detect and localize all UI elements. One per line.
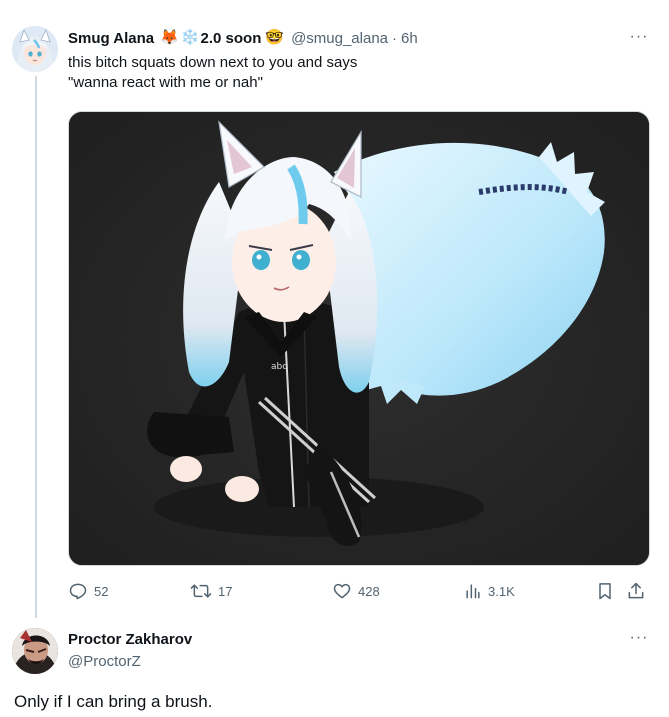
svg-text:abc: abc <box>271 362 287 372</box>
retweet-button[interactable]: 17 <box>190 580 232 602</box>
name-suffix: 2.0 soon <box>200 29 262 47</box>
heart-icon <box>333 583 351 599</box>
tweet-text-line: this bitch squats down next to you and s… <box>68 54 358 71</box>
more-options-icon[interactable]: ··· <box>627 28 651 46</box>
reply-count: 52 <box>94 583 109 599</box>
tweet-header: Smug Alana 🦊 ❄️ 2.0 soon 🤓 @smug_alana ·… <box>68 28 418 48</box>
fox-emoji-icon: 🦊 <box>160 29 179 46</box>
tweet-image[interactable]: abc <box>68 111 650 566</box>
views-button[interactable]: 3.1K <box>464 580 515 602</box>
view-count: 3.1K <box>488 583 515 599</box>
share-button[interactable] <box>626 580 652 602</box>
bookmark-icon <box>599 583 611 600</box>
fox-girl-illustration: abc <box>69 112 649 565</box>
timestamp[interactable]: 6h <box>401 30 418 47</box>
tweet-text-line: "wanna react with me or nah" <box>68 74 263 91</box>
author-handle[interactable]: @smug_alana <box>291 30 388 47</box>
author-avatar[interactable] <box>12 26 58 72</box>
share-icon <box>628 582 644 599</box>
bookmark-button[interactable] <box>596 580 620 602</box>
thread-line <box>35 76 37 618</box>
author-name[interactable]: Smug Alana <box>68 30 154 47</box>
reply-author-name[interactable]: Proctor Zakharov <box>68 631 192 648</box>
retweet-icon <box>190 584 212 598</box>
tweet-text: this bitch squats down next to you and s… <box>68 53 648 93</box>
reply-author-handle[interactable]: @ProctorZ <box>68 653 141 670</box>
reply-author-avatar[interactable] <box>12 628 58 674</box>
separator-dot: · <box>392 29 398 47</box>
reply-icon <box>69 583 87 600</box>
analytics-icon <box>466 584 480 599</box>
reply-text: Only if I can bring a brush. <box>14 692 213 711</box>
reply-button[interactable]: 52 <box>68 580 108 602</box>
snowflake-emoji-icon: ❄️ <box>180 29 200 46</box>
tweet[interactable]: Smug Alana 🦊 ❄️ 2.0 soon 🤓 @smug_alana ·… <box>0 0 669 620</box>
like-count: 428 <box>358 583 380 599</box>
tweet-actions: 52 17 428 3.1K <box>68 580 650 602</box>
reply-more-options-icon[interactable]: ··· <box>627 629 651 647</box>
like-button[interactable]: 428 <box>332 580 380 602</box>
retweet-count: 17 <box>218 583 233 599</box>
nerd-emoji-icon: 🤓 <box>265 29 285 46</box>
